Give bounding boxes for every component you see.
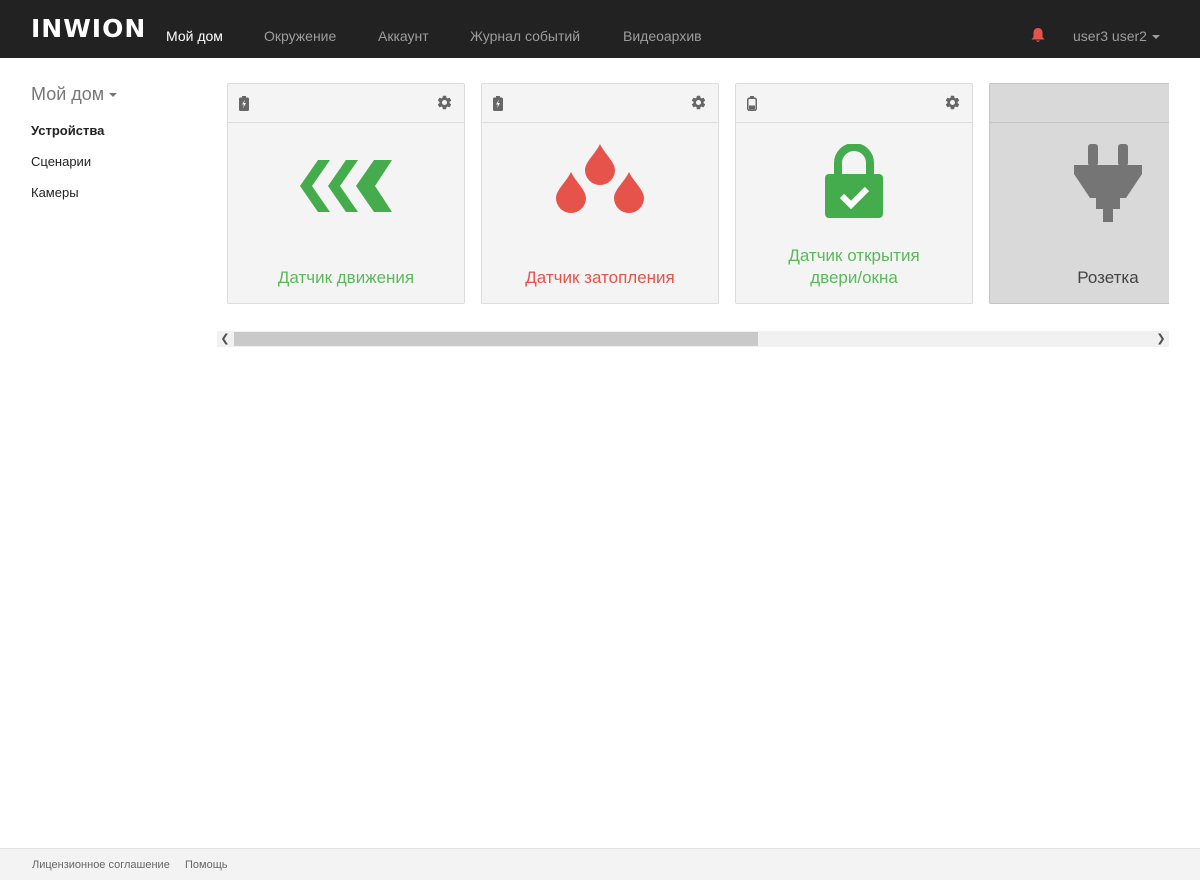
top-navbar: INWION Мой дом Окружение Аккаунт Журнал … xyxy=(0,0,1200,58)
app-logo[interactable]: INWION xyxy=(31,14,146,43)
scrollbar-thumb[interactable] xyxy=(234,332,758,346)
battery-low-icon xyxy=(747,96,757,111)
battery-charging-icon xyxy=(239,96,249,111)
license-agreement-link[interactable]: Лицензионное соглашение xyxy=(32,859,170,871)
nav-video-archive[interactable]: Видеоархив xyxy=(623,28,702,44)
device-card-socket[interactable]: Розетка xyxy=(989,83,1169,304)
sidebar-item-scenarios[interactable]: Сценарии xyxy=(31,154,91,169)
scroll-left-arrow-icon[interactable]: ❮ xyxy=(217,331,233,347)
plug-icon xyxy=(1074,144,1142,222)
card-header xyxy=(736,84,972,123)
sidebar-item-cameras[interactable]: Камеры xyxy=(31,185,79,200)
nav-environment[interactable]: Окружение xyxy=(264,28,336,44)
nav-my-home[interactable]: Мой дом xyxy=(166,28,223,44)
gear-icon[interactable] xyxy=(436,94,453,111)
device-name: Датчик движения xyxy=(277,268,415,287)
help-link[interactable]: Помощь xyxy=(185,859,228,871)
device-cards-strip: Датчик движения Датчик затопления Датчик… xyxy=(217,83,1169,305)
cards-scrollbar[interactable]: ❮ ❯ xyxy=(217,331,1169,347)
nav-account[interactable]: Аккаунт xyxy=(378,28,429,44)
card-header xyxy=(990,84,1169,123)
home-selector[interactable]: Мой дом xyxy=(31,84,118,105)
battery-charging-icon xyxy=(493,96,503,111)
device-card-flood[interactable]: Датчик затопления xyxy=(481,83,719,304)
lock-check-icon xyxy=(825,144,883,218)
device-name: Датчик затопления xyxy=(525,268,675,287)
motion-chevrons-icon xyxy=(300,160,392,212)
device-card-motion[interactable]: Датчик движения xyxy=(227,83,465,304)
chevron-down-icon xyxy=(109,93,118,98)
nav-event-log[interactable]: Журнал событий xyxy=(470,28,580,44)
bell-icon[interactable] xyxy=(1030,27,1046,44)
device-card-door-window[interactable]: Датчик открытия двери/окна xyxy=(735,83,973,304)
sidebar-item-devices[interactable]: Устройства xyxy=(31,123,104,138)
home-selector-label: Мой дом xyxy=(31,84,105,104)
device-name: Розетка xyxy=(1077,268,1139,287)
device-name-line2: двери/окна xyxy=(810,268,898,287)
chevron-down-icon xyxy=(1151,35,1160,40)
water-drops-icon xyxy=(556,144,644,213)
device-name-line1: Датчик открытия xyxy=(788,246,920,265)
user-menu[interactable]: user3 user2 xyxy=(1073,28,1160,44)
user-name: user3 user2 xyxy=(1073,28,1147,44)
card-header xyxy=(482,84,718,123)
scroll-right-arrow-icon[interactable]: ❯ xyxy=(1153,331,1169,347)
page-footer: Лицензионное соглашение Помощь xyxy=(0,848,1200,880)
gear-icon[interactable] xyxy=(944,94,961,111)
card-header xyxy=(228,84,464,123)
gear-icon[interactable] xyxy=(690,94,707,111)
